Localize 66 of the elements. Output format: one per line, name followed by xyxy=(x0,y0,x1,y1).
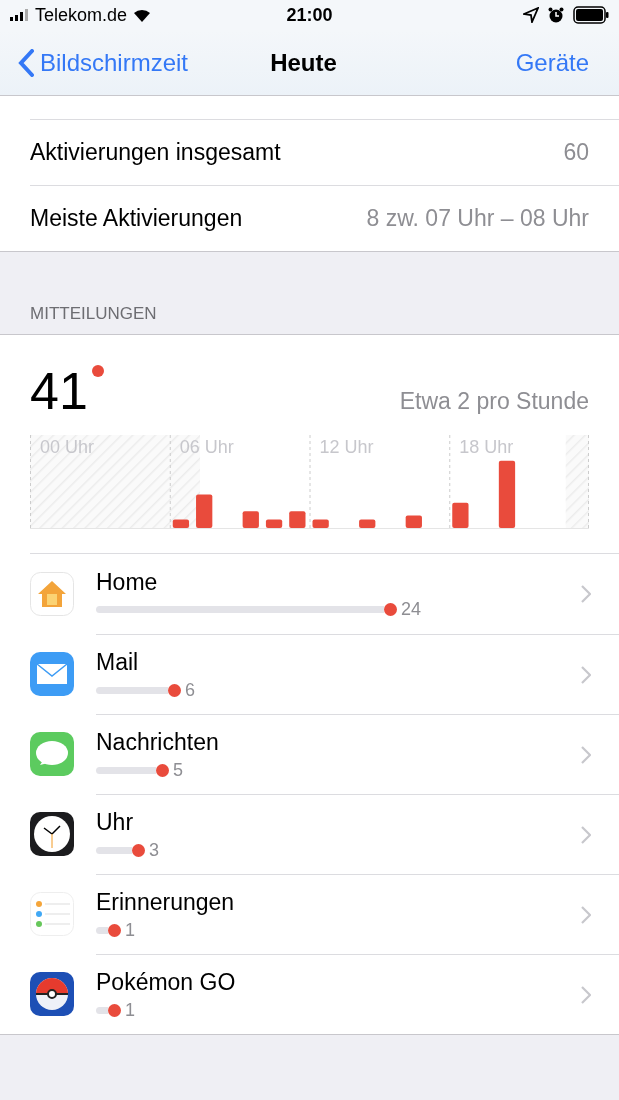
battery-icon xyxy=(573,6,609,24)
chart-bar xyxy=(196,494,213,528)
back-button[interactable]: Bildschirmzeit xyxy=(18,48,271,77)
chevron-right-icon xyxy=(581,745,591,764)
app-icon xyxy=(30,572,74,616)
app-name: Nachrichten xyxy=(96,729,220,756)
alarm-icon xyxy=(548,7,564,23)
usage-dot xyxy=(108,923,121,937)
usage-dot xyxy=(168,683,181,697)
signal-icon xyxy=(10,9,30,21)
app-icon xyxy=(30,732,74,776)
app-name: Home xyxy=(96,568,159,596)
app-icon xyxy=(30,972,74,1016)
chevron-right-icon xyxy=(581,665,591,684)
location-icon xyxy=(523,7,539,23)
stat-label: Meiste Aktivierungen xyxy=(30,205,243,232)
chevron-right-icon xyxy=(581,985,591,1004)
stat-label: Aktivierungen insgesamt xyxy=(30,139,281,166)
app-name: Uhr xyxy=(96,809,135,836)
chart-bar xyxy=(359,519,376,528)
wifi-icon xyxy=(132,7,153,23)
chart-bar xyxy=(289,511,306,528)
notification-count: 24 xyxy=(401,599,422,620)
back-chevron-icon xyxy=(18,48,34,77)
usage-bar xyxy=(96,686,168,694)
chart-bar xyxy=(242,511,259,528)
notification-count: 1 xyxy=(125,919,135,941)
hour-label: 12 Uhr xyxy=(319,437,374,458)
notification-dot-icon xyxy=(91,365,104,377)
usage-dot xyxy=(156,763,169,777)
notification-count: 3 xyxy=(149,839,159,861)
devices-link[interactable]: Geräte xyxy=(336,48,589,77)
app-icon xyxy=(30,812,74,856)
chevron-right-icon xyxy=(581,585,591,603)
app-name: Pokémon GO xyxy=(96,969,237,996)
usage-bar xyxy=(96,1006,108,1014)
app-icon xyxy=(30,652,74,696)
usage-bar xyxy=(96,766,156,774)
chevron-right-icon xyxy=(581,905,591,924)
section-header: MITTEILUNGEN xyxy=(30,304,157,323)
chart-bar xyxy=(452,502,469,528)
chart-bar xyxy=(172,519,190,528)
stat-value: 60 xyxy=(563,139,589,166)
chart-bar xyxy=(405,515,422,528)
usage-bar xyxy=(96,926,108,934)
hour-label: 18 Uhr xyxy=(459,437,514,458)
notification-count: 5 xyxy=(173,759,183,781)
notification-total: 41 xyxy=(30,365,88,417)
usage-bar xyxy=(96,846,132,854)
notification-count: 1 xyxy=(125,999,135,1021)
app-icon xyxy=(30,892,74,936)
usage-dot xyxy=(132,843,145,857)
app-name: Mail xyxy=(96,649,140,676)
usage-dot xyxy=(384,603,397,616)
clock-time: 21:00 xyxy=(286,4,333,26)
chart-bar xyxy=(312,519,329,528)
chevron-right-icon xyxy=(581,825,591,844)
notification-count: 6 xyxy=(185,679,195,701)
carrier-name: Telekom.de xyxy=(35,4,128,26)
usage-dot xyxy=(108,1003,121,1017)
screen-title: Heute xyxy=(270,48,337,77)
hourly-rate: Etwa 2 pro Stunde xyxy=(399,388,589,416)
chart-bar xyxy=(498,460,516,528)
stat-value: 8 zw. 07 Uhr – 08 Uhr xyxy=(366,205,589,232)
chart-bar xyxy=(265,519,283,528)
app-name: Erinnerungen xyxy=(96,889,236,916)
